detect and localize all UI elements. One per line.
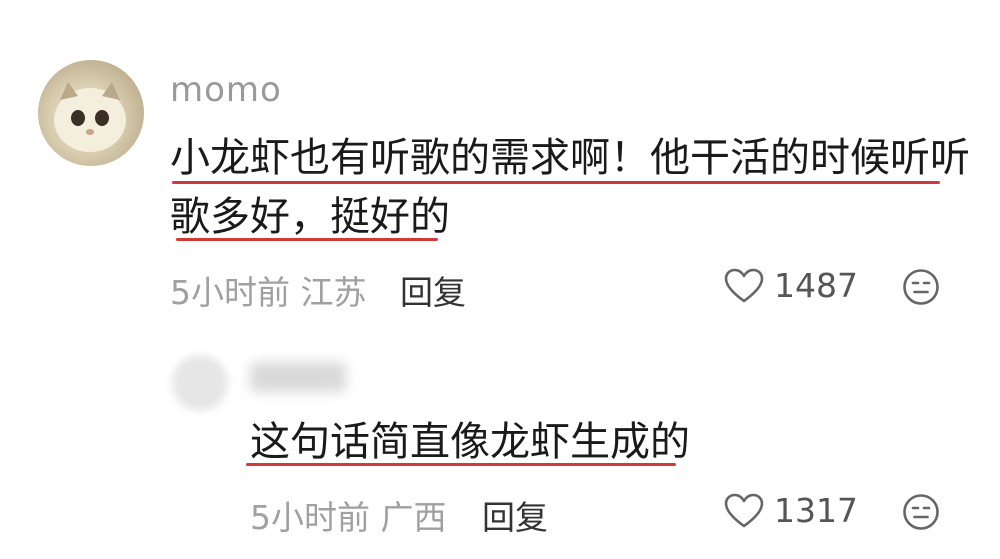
heart-icon	[724, 268, 764, 302]
reply-time-location: 5小时前 广西	[250, 498, 447, 537]
cat-avatar-image	[54, 82, 126, 152]
reply-underline	[246, 463, 676, 466]
commenter-username[interactable]: momo	[170, 70, 282, 110]
comment-text-line-1: 小龙虾也有听歌的需求啊！他干活的时候听听	[170, 135, 970, 181]
neutral-face-icon[interactable]	[902, 493, 940, 531]
reply-like-count: 1317	[774, 491, 858, 530]
reply-username-blurred	[250, 362, 346, 392]
neutral-face-icon[interactable]	[902, 268, 940, 306]
comment-like-button[interactable]: 1487	[724, 266, 858, 305]
commenter-avatar[interactable]	[38, 60, 144, 166]
reply-avatar[interactable]	[172, 355, 228, 411]
comment-time-location: 5小时前 江苏	[170, 273, 367, 312]
reply-text: 这句话简直像龙虾生成的	[250, 419, 690, 465]
comment-underline-1	[172, 181, 940, 184]
reply-reply-button[interactable]: 回复	[482, 491, 548, 539]
reply-like-button[interactable]: 1317	[724, 491, 858, 530]
heart-icon	[724, 493, 764, 527]
comment-reply-button[interactable]: 回复	[400, 266, 466, 314]
comment-like-count: 1487	[774, 266, 858, 305]
comment-text-line-2: 歌多好，挺好的	[170, 194, 450, 240]
comment-underline-2	[176, 238, 438, 241]
